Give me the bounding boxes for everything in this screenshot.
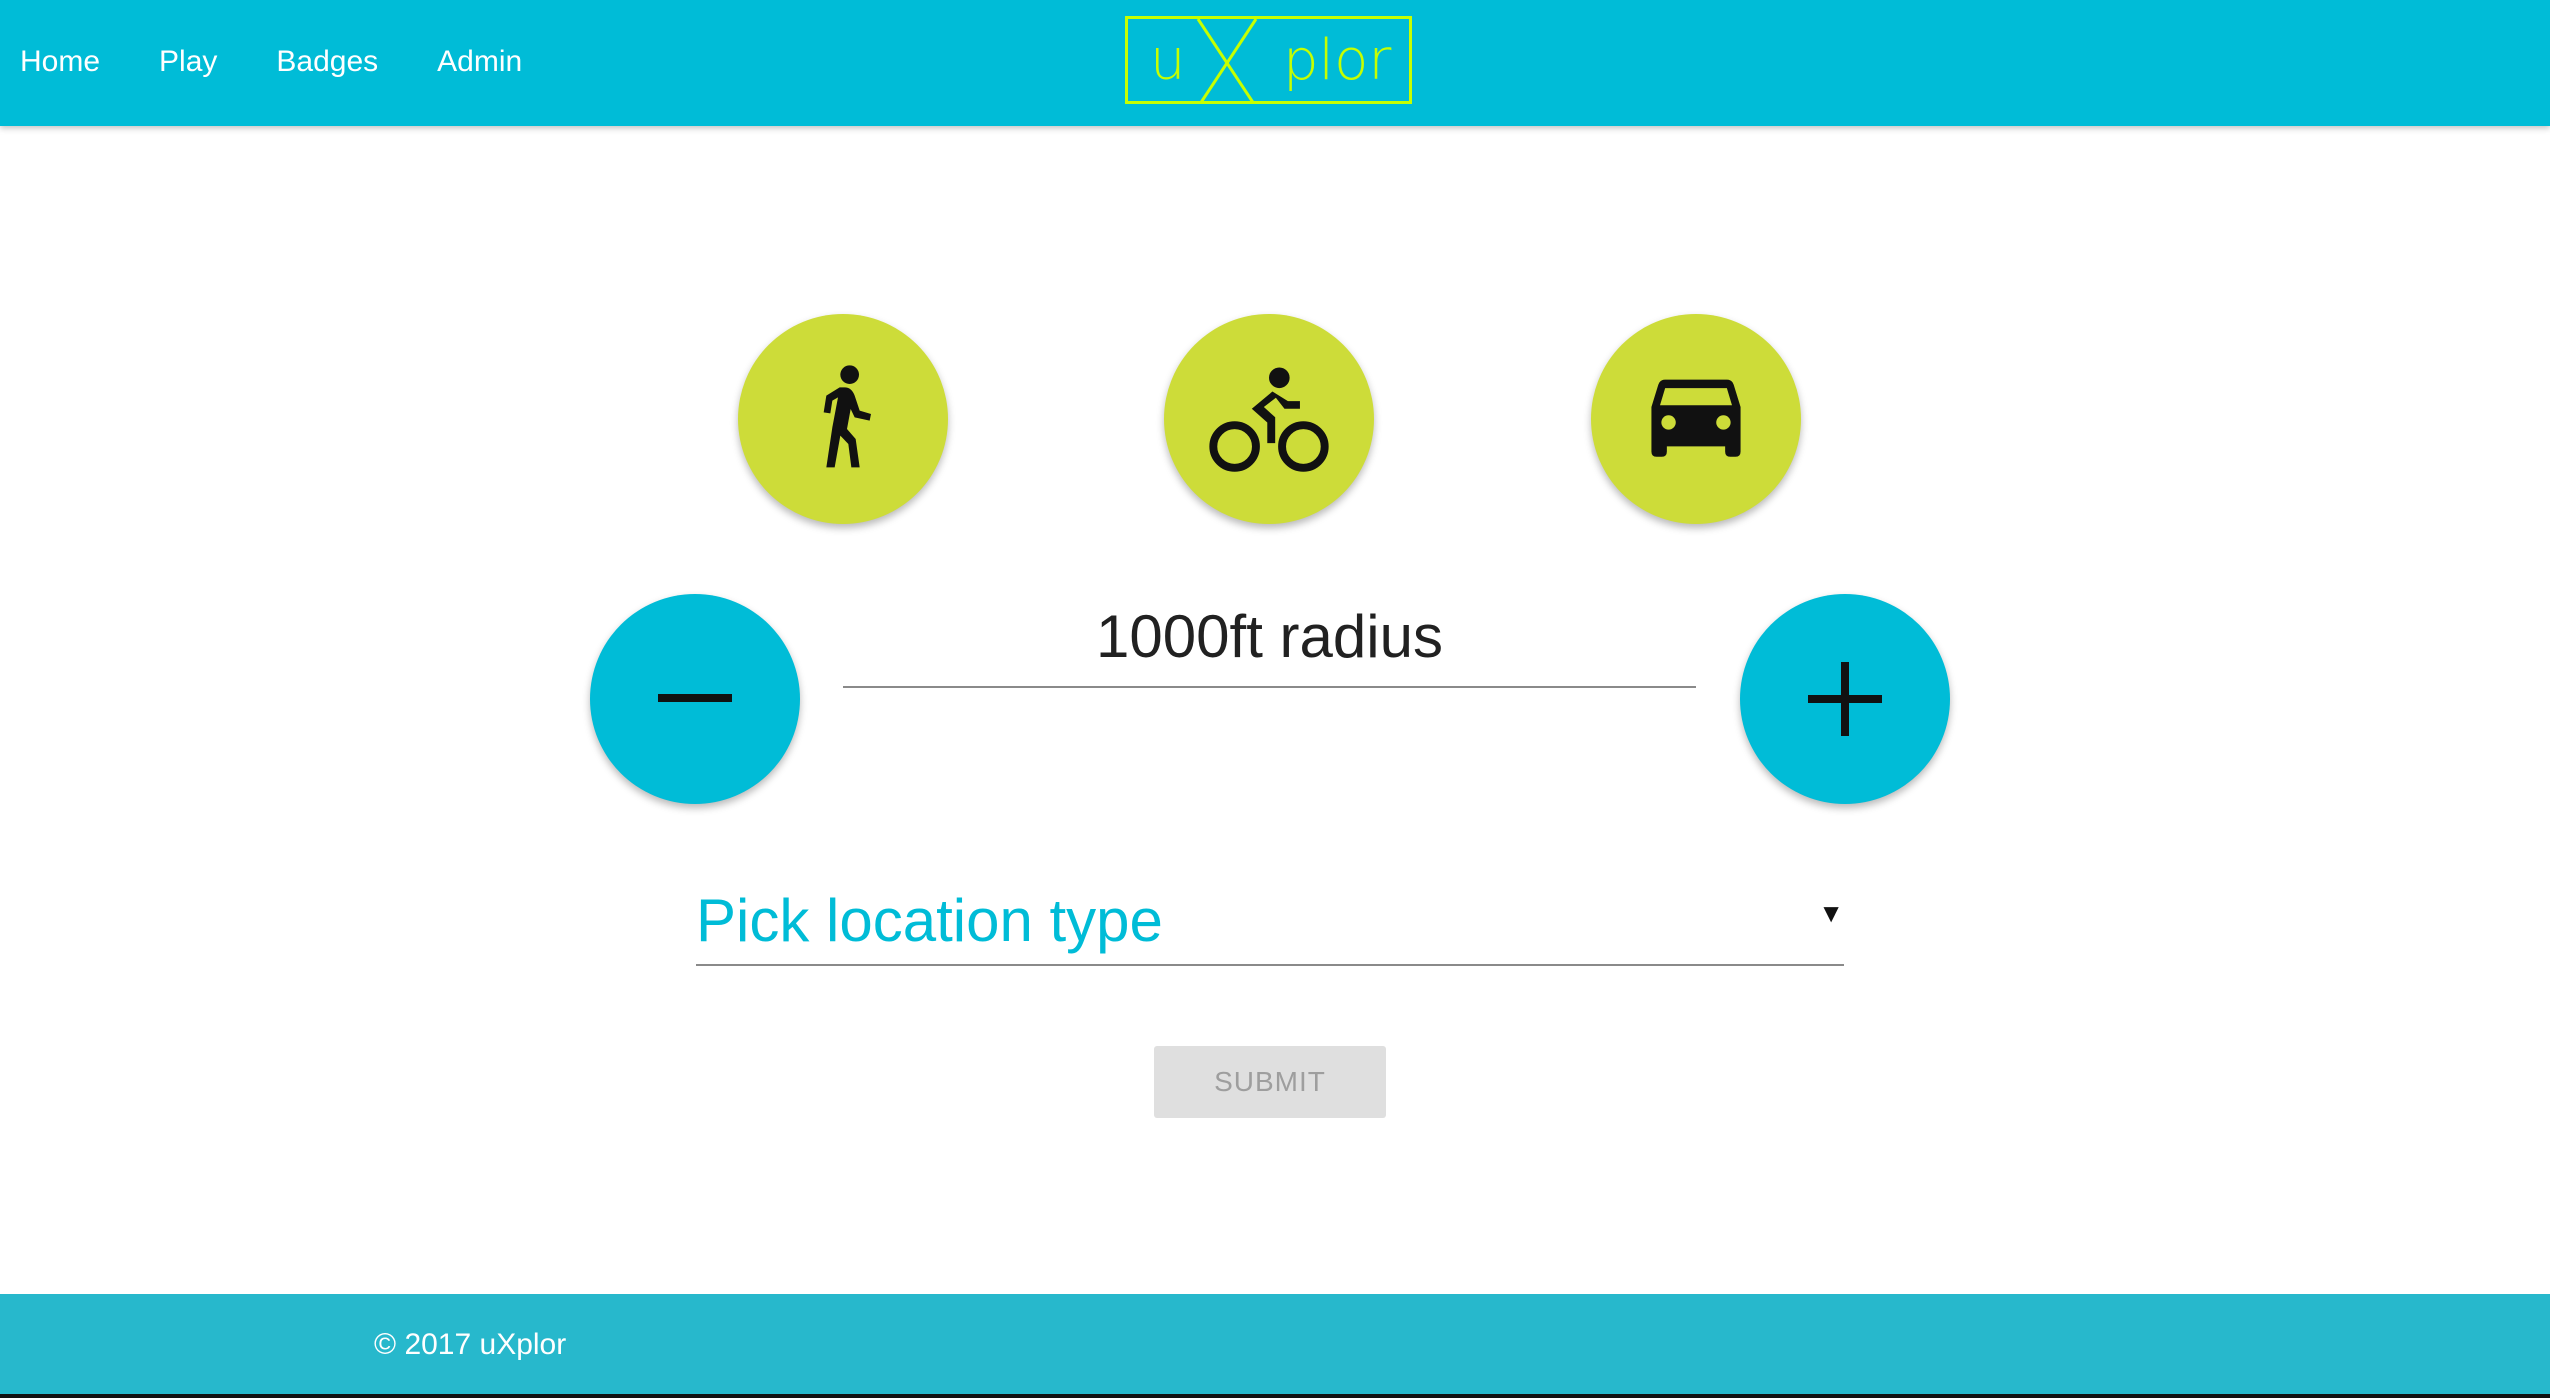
top-navbar: Home Play Badges Admin u plor bbox=[0, 0, 2550, 126]
walk-mode-button[interactable] bbox=[738, 314, 948, 524]
radius-value: 1000ft radius bbox=[1096, 603, 1443, 670]
nav-home-link[interactable]: Home bbox=[20, 45, 100, 79]
logo-text-prefix: u bbox=[1150, 28, 1186, 93]
car-icon bbox=[1651, 379, 1741, 457]
nav-play-link[interactable]: Play bbox=[159, 45, 217, 79]
uxplor-logo[interactable]: u plor bbox=[1125, 16, 1412, 104]
walk-icon bbox=[823, 365, 871, 468]
radius-display: 1000ft radius bbox=[843, 590, 1696, 688]
bike-mode-button[interactable] bbox=[1164, 314, 1374, 524]
footer: © 2017 uXplor bbox=[0, 1294, 2550, 1398]
nav-admin-link[interactable]: Admin bbox=[437, 45, 522, 79]
bike-icon bbox=[1209, 367, 1329, 472]
logo-text-suffix: plor bbox=[1283, 28, 1392, 93]
car-mode-button[interactable] bbox=[1591, 314, 1801, 524]
minus-icon bbox=[658, 694, 732, 702]
increase-radius-button[interactable] bbox=[1740, 594, 1950, 804]
nav-badges-link[interactable]: Badges bbox=[276, 45, 378, 79]
location-type-placeholder: Pick location type bbox=[696, 887, 1163, 954]
submit-button[interactable]: SUBMIT bbox=[1154, 1046, 1386, 1118]
dropdown-arrow-icon: ▼ bbox=[1818, 898, 1844, 928]
footer-copyright: © 2017 uXplor bbox=[374, 1328, 567, 1361]
footer-bottom-edge bbox=[0, 1394, 2550, 1398]
nav-links: Home Play Badges Admin bbox=[20, 0, 581, 124]
decrease-radius-button[interactable] bbox=[590, 594, 800, 804]
location-type-select[interactable]: Pick location type ▼ bbox=[696, 868, 1844, 966]
plus-icon bbox=[1808, 662, 1882, 736]
page: Home Play Badges Admin u plor 1000ft rad… bbox=[0, 0, 2550, 1398]
